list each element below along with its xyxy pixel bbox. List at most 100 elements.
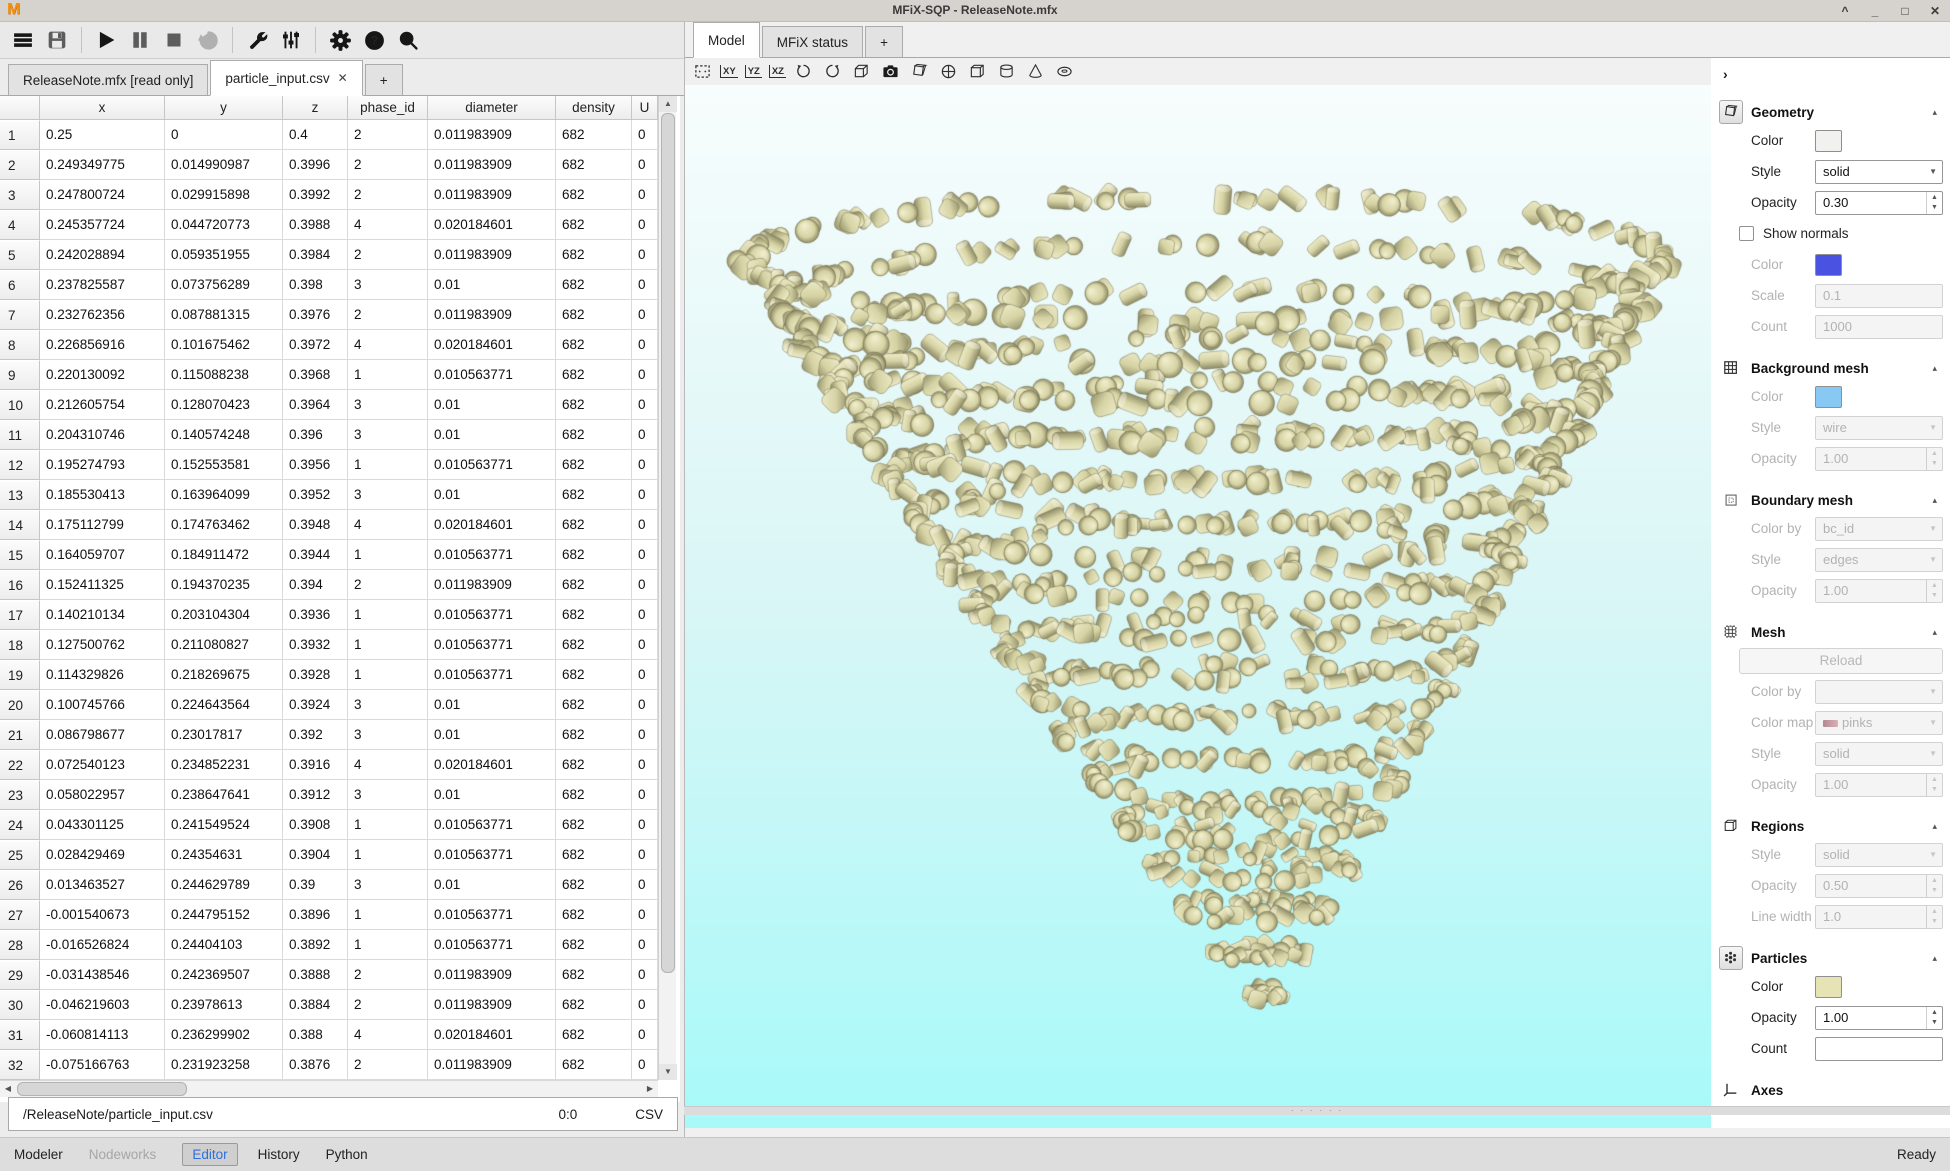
table-cell[interactable]: 0.3884 (283, 990, 348, 1020)
column-header-U[interactable]: U (632, 96, 658, 120)
row-header[interactable]: 24 (0, 810, 40, 840)
table-cell[interactable]: 0.218269675 (165, 660, 283, 690)
table-cell[interactable]: 0 (632, 630, 658, 660)
tab-particle-input-csv[interactable]: particle_input.csv ✕ (210, 60, 362, 96)
table-cell[interactable]: 0.249349775 (40, 150, 165, 180)
table-cell[interactable]: 2 (348, 180, 428, 210)
maximize-icon[interactable]: □ (1898, 4, 1912, 18)
table-cell[interactable]: 0.020184601 (428, 330, 556, 360)
table-cell[interactable]: 0 (165, 120, 283, 150)
table-cell[interactable]: 0.212605754 (40, 390, 165, 420)
collapse-arrow-icon[interactable]: ▴ (1932, 107, 1937, 118)
geometry-icon[interactable] (1719, 100, 1743, 124)
table-cell[interactable]: 0.3976 (283, 300, 348, 330)
row-header[interactable]: 10 (0, 390, 40, 420)
row-header[interactable]: 5 (0, 240, 40, 270)
scroll-down-icon[interactable]: ▼ (659, 1064, 677, 1080)
table-cell[interactable]: 0.020184601 (428, 750, 556, 780)
scroll-left-icon[interactable]: ◀ (0, 1081, 16, 1098)
section-header-particles[interactable]: Particles▴ (1711, 945, 1950, 971)
run-icon[interactable] (89, 25, 123, 55)
table-cell[interactable]: 0.010563771 (428, 930, 556, 960)
table-cell[interactable]: 3 (348, 420, 428, 450)
table-cell[interactable]: 682 (556, 870, 632, 900)
table-cell[interactable]: 3 (348, 270, 428, 300)
geometry-color-swatch[interactable] (1815, 130, 1842, 152)
table-cell[interactable]: 0 (632, 180, 658, 210)
spinner-arrows-icon[interactable]: ▲▼ (1926, 875, 1942, 897)
table-cell[interactable]: 0 (632, 420, 658, 450)
row-header[interactable]: 1 (0, 120, 40, 150)
table-cell[interactable]: 682 (556, 390, 632, 420)
stop-icon[interactable] (157, 25, 191, 55)
table-cell[interactable]: 0.398 (283, 270, 348, 300)
table-cell[interactable]: 0 (632, 240, 658, 270)
column-header-z[interactable]: z (283, 96, 348, 120)
table-cell[interactable]: 0 (632, 840, 658, 870)
table-cell[interactable]: 682 (556, 240, 632, 270)
table-cell[interactable]: 0.244629789 (165, 870, 283, 900)
spinner-arrows-icon[interactable]: ▲▼ (1926, 774, 1942, 796)
table-cell[interactable]: 0 (632, 1050, 658, 1080)
table-cell[interactable]: 0 (632, 540, 658, 570)
scroll-up-icon[interactable]: ▲ (659, 96, 677, 112)
table-cell[interactable]: 0.24354631 (165, 840, 283, 870)
table-cell[interactable]: 4 (348, 210, 428, 240)
table-cell[interactable]: 0.086798677 (40, 720, 165, 750)
column-header-x[interactable]: x (40, 96, 165, 120)
close-icon[interactable]: ✕ (1928, 4, 1942, 18)
table-cell[interactable]: 0 (632, 750, 658, 780)
table-cell[interactable]: 682 (556, 330, 632, 360)
table-cell[interactable]: 0.011983909 (428, 300, 556, 330)
table-cell[interactable]: 3 (348, 390, 428, 420)
table-cell[interactable]: 0.011983909 (428, 1050, 556, 1080)
table-cell[interactable]: 1 (348, 600, 428, 630)
table-cell[interactable]: 0.128070423 (165, 390, 283, 420)
table-cell[interactable]: 682 (556, 270, 632, 300)
table-cell[interactable]: 0.3908 (283, 810, 348, 840)
search-icon[interactable] (391, 25, 425, 55)
table-cell[interactable]: 0.25 (40, 120, 165, 150)
section-header-mesh[interactable]: Mesh▴ (1711, 619, 1950, 645)
row-header[interactable]: 2 (0, 150, 40, 180)
table-cell[interactable]: 0.3964 (283, 390, 348, 420)
cylinder-visibility-icon[interactable] (996, 62, 1018, 82)
table-cell[interactable]: 0.114329826 (40, 660, 165, 690)
spinner-arrows-icon[interactable]: ▲▼ (1926, 1007, 1942, 1029)
table-cell[interactable]: 0 (632, 930, 658, 960)
table-cell[interactable]: 0.010563771 (428, 600, 556, 630)
table-cell[interactable]: 682 (556, 1020, 632, 1050)
row-header[interactable]: 26 (0, 870, 40, 900)
mode-tab-history[interactable]: History (258, 1147, 300, 1162)
table-cell[interactable]: 0.39 (283, 870, 348, 900)
table-cell[interactable]: 3 (348, 690, 428, 720)
table-cell[interactable]: 0.044720773 (165, 210, 283, 240)
table-cell[interactable]: 0.087881315 (165, 300, 283, 330)
table-cell[interactable]: 0 (632, 690, 658, 720)
mode-tab-modeler[interactable]: Modeler (14, 1147, 63, 1162)
table-cell[interactable]: 0.01 (428, 420, 556, 450)
table-cell[interactable]: 0 (632, 600, 658, 630)
table-cell[interactable]: 2 (348, 960, 428, 990)
table-cell[interactable]: 0.020184601 (428, 1020, 556, 1050)
table-cell[interactable]: 682 (556, 300, 632, 330)
table-cell[interactable]: -0.031438546 (40, 960, 165, 990)
row-header[interactable]: 3 (0, 180, 40, 210)
scroll-right-icon[interactable]: ▶ (642, 1081, 658, 1098)
table-cell[interactable]: 0.3972 (283, 330, 348, 360)
particles-icon[interactable] (1719, 946, 1743, 970)
table-cell[interactable]: 0.174763462 (165, 510, 283, 540)
table-cell[interactable]: 1 (348, 360, 428, 390)
table-cell[interactable]: 2 (348, 990, 428, 1020)
table-cell[interactable]: 0.164059707 (40, 540, 165, 570)
table-cell[interactable]: 0.3992 (283, 180, 348, 210)
table-cell[interactable]: 0.185530413 (40, 480, 165, 510)
table-cell[interactable]: 0.3888 (283, 960, 348, 990)
table-cell[interactable]: 682 (556, 510, 632, 540)
table-cell[interactable]: 682 (556, 420, 632, 450)
particles-opacity-spin[interactable]: 1.00▲▼ (1815, 1006, 1943, 1030)
table-cell[interactable]: 2 (348, 240, 428, 270)
collapse-arrow-icon[interactable]: ▴ (1932, 953, 1937, 964)
table-cell[interactable]: 0.01 (428, 480, 556, 510)
tab-model[interactable]: Model (693, 22, 760, 58)
